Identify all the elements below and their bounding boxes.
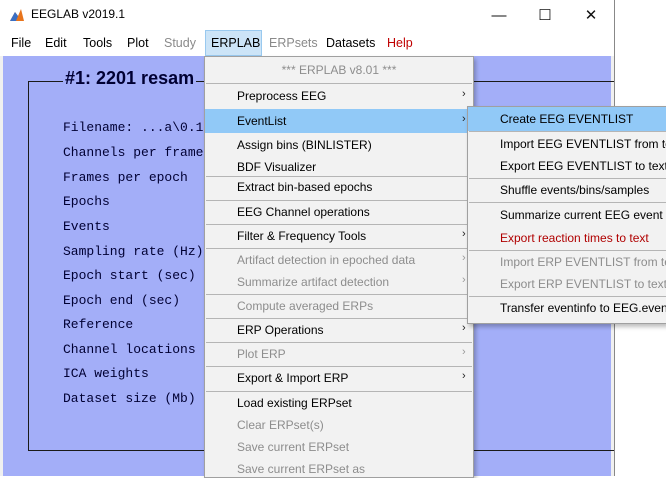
menu-datasets[interactable]: Datasets — [321, 30, 380, 56]
menu-item-filter-frequency-tools[interactable]: Filter & Frequency Tools — [205, 224, 473, 248]
erplab-dropdown-menu: *** ERPLAB v8.01 *** Preprocess EEG › Ev… — [204, 56, 474, 478]
info-epoch-end: Epoch end (sec) — [63, 293, 181, 308]
menu-item-import-erp-eventlist[interactable]: Import ERP EVENTLIST from tex — [468, 250, 666, 274]
info-events: Events — [63, 219, 110, 234]
maximize-button[interactable]: ☐ — [522, 0, 568, 30]
menu-item-summarize-eeg-event-codes[interactable]: Summarize current EEG event co — [468, 203, 666, 227]
info-epochs: Epochs — [63, 194, 110, 209]
close-button[interactable]: ✕ — [568, 0, 614, 30]
submenu-arrow-icon: › — [462, 113, 466, 125]
info-filename: Filename: ...a\0.1 — [63, 120, 204, 135]
info-frames: Frames per epoch — [63, 170, 188, 185]
info-channels: Channels per frame — [63, 145, 204, 160]
menu-item-eventlist[interactable]: EventList — [205, 109, 473, 133]
menu-item-export-eeg-eventlist[interactable]: Export EEG EVENTLIST to text fil — [468, 154, 666, 178]
menu-item-export-erp-eventlist[interactable]: Export ERP EVENTLIST to text fil — [468, 272, 666, 296]
menu-item-artifact-detection[interactable]: Artifact detection in epoched data — [205, 248, 473, 272]
menu-item-save-current-erpset-as[interactable]: Save current ERPset as — [205, 457, 473, 477]
menu-study[interactable]: Study — [159, 30, 201, 56]
menu-tools[interactable]: Tools — [78, 30, 117, 56]
info-epoch-start: Epoch start (sec) — [63, 268, 196, 283]
info-dataset-size: Dataset size (Mb) — [63, 391, 196, 406]
menu-edit[interactable]: Edit — [40, 30, 72, 56]
menu-item-summarize-artifact[interactable]: Summarize artifact detection — [205, 270, 473, 294]
erplab-version-header: *** ERPLAB v8.01 *** — [281, 63, 397, 77]
submenu-arrow-icon: › — [462, 88, 466, 100]
menu-item-shuffle-events[interactable]: Shuffle events/bins/samples — [468, 178, 666, 202]
menu-item-create-eeg-eventlist[interactable]: Create EEG EVENTLIST — [468, 107, 666, 131]
close-icon: ✕ — [584, 7, 598, 24]
menu-item-erp-operations[interactable]: ERP Operations — [205, 318, 473, 342]
menu-item-assign-bins[interactable]: Assign bins (BINLISTER) — [205, 133, 473, 157]
menu-item-plot-erp[interactable]: Plot ERP — [205, 342, 473, 366]
menu-item-export-reaction-times[interactable]: Export reaction times to text — [468, 226, 666, 250]
menu-item-compute-averaged-erps[interactable]: Compute averaged ERPs — [205, 294, 473, 318]
submenu-arrow-icon: › — [462, 274, 466, 286]
submenu-arrow-icon: › — [462, 370, 466, 382]
menu-item-transfer-eventinfo[interactable]: Transfer eventinfo to EEG.event — [468, 296, 666, 320]
submenu-arrow-icon: › — [462, 346, 466, 358]
menu-erplab[interactable]: ERPLAB — [205, 30, 262, 56]
menu-help[interactable]: Help — [382, 30, 418, 56]
minimize-button[interactable]: — — [476, 0, 522, 30]
menu-item-import-eeg-eventlist[interactable]: Import EEG EVENTLIST from tex — [468, 132, 666, 156]
eeglab-app-icon — [10, 9, 24, 21]
info-sampling-rate: Sampling rate (Hz) — [63, 244, 204, 259]
window-title: EEGLAB v2019.1 — [31, 7, 126, 21]
menu-plot[interactable]: Plot — [122, 30, 154, 56]
minimize-icon: — — [491, 6, 507, 24]
menu-erpsets[interactable]: ERPsets — [264, 30, 323, 56]
info-reference: Reference — [63, 317, 134, 332]
menu-item-load-existing-erpset[interactable]: Load existing ERPset — [205, 391, 473, 415]
info-ica-weights: ICA weights — [63, 366, 149, 381]
menu-item-extract-epochs[interactable]: Extract bin-based epochs — [205, 175, 473, 199]
menu-file[interactable]: File — [6, 30, 36, 56]
dataset-title: #1: 2201 resam — [63, 68, 197, 89]
menu-item-preprocess-eeg[interactable]: Preprocess EEG — [205, 84, 473, 108]
menu-bar: File Edit Tools Plot Study ERPLAB ERPset… — [0, 30, 614, 78]
menu-item-eeg-channel-operations[interactable]: EEG Channel operations — [205, 200, 473, 224]
menu-item-clear-erpsets[interactable]: Clear ERPset(s) — [205, 413, 473, 437]
eventlist-submenu: Create EEG EVENTLIST Import EEG EVENTLIS… — [467, 106, 666, 324]
submenu-arrow-icon: › — [462, 252, 466, 264]
submenu-arrow-icon: › — [462, 228, 466, 240]
menu-item-save-current-erpset[interactable]: Save current ERPset — [205, 435, 473, 459]
menu-item-export-import-erp[interactable]: Export & Import ERP — [205, 366, 473, 390]
title-bar: EEGLAB v2019.1 — ☐ ✕ — [0, 0, 614, 30]
maximize-icon: ☐ — [538, 7, 552, 24]
submenu-arrow-icon: › — [462, 322, 466, 334]
info-channel-locations: Channel locations — [63, 342, 196, 357]
